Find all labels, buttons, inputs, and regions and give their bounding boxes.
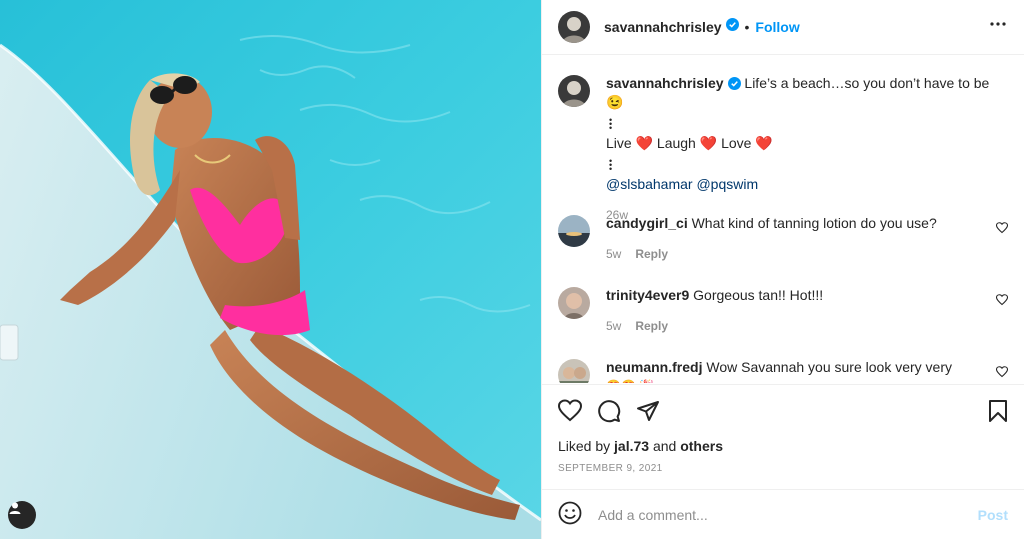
caption-live-line: Live ❤️ Laugh ❤️ Love ❤️ [606,135,1006,152]
comment-text: What kind of tanning lotion do you use? [691,215,937,231]
emoji-icon[interactable] [558,501,582,530]
add-comment-bar: Post [542,489,1024,540]
comment-item: neumann.fredj Wow Savannah you sure look… [558,359,1009,383]
liked-others-link[interactable]: others [680,438,723,454]
liked-prefix: Liked by [558,438,611,454]
heart-icon[interactable] [557,399,583,428]
reply-button[interactable]: Reply [635,247,668,261]
add-comment-input[interactable] [596,506,960,524]
caption-word-live: Live [606,135,632,151]
header-username[interactable]: savannahchrisley [604,19,722,35]
verified-badge-icon [727,77,741,94]
heart-emoji: ❤️ [635,135,654,151]
mention-link[interactable]: @pqswim [696,176,758,192]
bookmark-icon[interactable] [988,399,1008,428]
comment-age: 5w [606,247,622,261]
post-comment-button[interactable]: Post [978,507,1008,523]
post-sidebar: savannahchrisley • Follow savannahchrisl… [541,0,1024,539]
comment-item: candygirl_ci What kind of tanning lotion… [558,215,1009,263]
liked-and: and [652,438,677,454]
separator-dot: • [744,19,750,35]
caption-ellipsis: • • • [609,156,614,174]
avatar[interactable] [558,215,590,247]
comment-text: Gorgeous tan!! Hot!!! [693,287,824,303]
comment-partial-text: 😍😍 🎉 [606,378,986,383]
comment-text: Wow Savannah you sure look very very [706,359,952,375]
verified-badge-icon [725,18,739,36]
caption-ellipsis: • • • [609,115,614,133]
like-comment-heart-icon[interactable] [995,293,1009,311]
post-actions: Liked by jal.73 and others SEPTEMBER 9, … [542,384,1024,489]
follow-button[interactable]: Follow [755,19,799,35]
user-tag-icon[interactable] [8,501,36,529]
post-photo[interactable] [0,0,541,539]
post-header: savannahchrisley • Follow [542,0,1024,55]
avatar[interactable] [558,11,590,43]
comment-icon[interactable] [597,399,621,428]
comment-username[interactable]: neumann.fredj [606,359,702,375]
caption-body: savannahchrisley Life’s a beach…so you d… [606,75,1006,224]
heart-emoji: ❤️ [699,135,718,151]
comment-age: 5w [606,319,622,333]
caption-word-love: Love [721,135,752,151]
avatar[interactable] [558,75,590,107]
heart-emoji: ❤️ [755,135,773,151]
mention-link[interactable]: @slsbahamar [606,176,693,192]
avatar[interactable] [558,359,590,383]
comment-item: trinity4ever9 Gorgeous tan!! Hot!!! 5w Re… [558,287,1009,335]
comment-username[interactable]: candygirl_ci [606,215,688,231]
pool-photo-illustration [0,0,541,539]
liked-by: Liked by jal.73 and others [558,438,723,454]
like-comment-heart-icon[interactable] [995,221,1009,239]
liked-user-link[interactable]: jal.73 [614,438,649,454]
avatar[interactable] [558,287,590,319]
like-comment-heart-icon[interactable] [995,365,1009,383]
caption-username[interactable]: savannahchrisley [606,75,724,91]
instagram-post: savannahchrisley • Follow savannahchrisl… [0,0,1024,539]
caption-word-laugh: Laugh [656,135,696,151]
comment-username[interactable]: trinity4ever9 [606,287,689,303]
post-date[interactable]: SEPTEMBER 9, 2021 [558,463,663,474]
share-icon[interactable] [636,399,660,428]
comments-list[interactable]: savannahchrisley Life’s a beach…so you d… [542,55,1024,383]
more-options-icon[interactable] [990,16,1006,37]
reply-button[interactable]: Reply [635,319,668,333]
caption: savannahchrisley Life’s a beach…so you d… [558,75,1006,224]
